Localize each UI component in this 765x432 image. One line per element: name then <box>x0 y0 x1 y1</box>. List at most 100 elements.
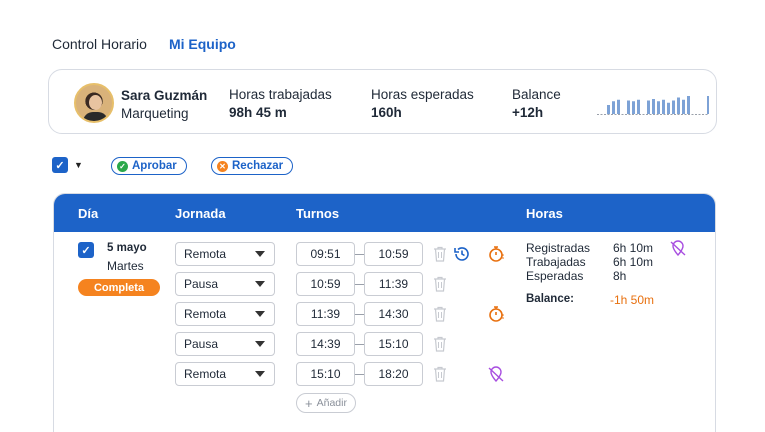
sparkline-bar <box>617 99 620 114</box>
hours-sparkline <box>597 96 709 115</box>
time-separator <box>355 254 364 255</box>
location-off-icon[interactable] <box>487 365 505 383</box>
expected-value: 8h <box>613 269 627 283</box>
stopwatch-icon[interactable] <box>487 305 505 323</box>
sparkline-bar <box>652 99 655 114</box>
close-circle-icon: ✕ <box>217 160 228 172</box>
check-circle-icon: ✓ <box>117 160 128 172</box>
day-weekday: Martes <box>107 259 144 273</box>
worked-label: Trabajadas <box>526 255 586 269</box>
tab-bar: Control Horario Mi Equipo <box>52 36 236 52</box>
table-header: Día Jornada Turnos Horas <box>54 194 715 232</box>
sparkline-bar <box>662 99 665 114</box>
sparkline-bar <box>627 100 630 114</box>
start-time-input[interactable]: 15:10 <box>296 362 355 386</box>
shift-type-value: Pausa <box>184 337 219 351</box>
chevron-down-icon <box>255 251 265 257</box>
reject-label: Rechazar <box>232 160 284 172</box>
start-time-input[interactable]: 09:51 <box>296 242 355 266</box>
sparkline-bar <box>687 96 690 114</box>
plus-icon: + <box>305 395 313 411</box>
expected-label: Esperadas <box>526 269 584 283</box>
time-separator <box>355 374 364 375</box>
end-time-input[interactable]: 11:39 <box>364 272 423 296</box>
time-separator <box>355 344 364 345</box>
select-all-checkbox[interactable]: ✓ <box>52 157 68 173</box>
sparkline-bar <box>672 100 675 114</box>
trash-icon[interactable] <box>433 366 447 382</box>
shift-type-select[interactable]: Remota <box>175 362 275 386</box>
trash-icon[interactable] <box>433 336 447 352</box>
end-time-input[interactable]: 10:59 <box>364 242 423 266</box>
time-separator <box>355 284 364 285</box>
sparkline-bar <box>647 100 650 114</box>
sparkline-bar <box>667 102 670 114</box>
trash-icon[interactable] <box>433 276 447 292</box>
shift-type-select[interactable]: Pausa <box>175 272 275 296</box>
approve-button[interactable]: ✓ Aprobar <box>111 157 187 175</box>
expected-hours-value: 160h <box>371 105 402 120</box>
user-name: Sara Guzmán <box>121 88 208 103</box>
worked-hours-value: 98h 45 m <box>229 105 287 120</box>
day-checkbox[interactable]: ✓ <box>78 242 94 258</box>
sparkline-bar <box>707 96 709 114</box>
sparkline-bar <box>632 101 635 114</box>
bulk-select: ✓ ▼ <box>52 157 83 173</box>
location-off-icon[interactable] <box>669 239 687 257</box>
reject-button[interactable]: ✕ Rechazar <box>211 157 294 175</box>
header-turns: Turnos <box>296 206 340 221</box>
timesheet-table: Día Jornada Turnos Horas ✓ 5 mayo Martes… <box>53 193 716 432</box>
chevron-down-icon <box>255 371 265 377</box>
shift-type-value: Pausa <box>184 277 219 291</box>
header-shift: Jornada <box>175 206 226 221</box>
start-time-input[interactable]: 11:39 <box>296 302 355 326</box>
sparkline-bar <box>607 105 610 114</box>
start-time-input[interactable]: 14:39 <box>296 332 355 356</box>
worked-value: 6h 10m <box>613 255 654 269</box>
summary-card: Sara Guzmán Marqueting Horas trabajadas … <box>48 69 717 134</box>
day-balance-value: -1h 50m <box>610 293 655 307</box>
shift-type-select[interactable]: Remota <box>175 242 275 266</box>
worked-hours-label: Horas trabajadas <box>229 87 332 102</box>
avatar <box>74 83 114 123</box>
tab-mi-equipo[interactable]: Mi Equipo <box>169 36 236 52</box>
end-time-input[interactable]: 14:30 <box>364 302 423 326</box>
start-time-input[interactable]: 10:59 <box>296 272 355 296</box>
add-turn-button[interactable]: + Añadir <box>296 393 356 413</box>
sparkline-bar <box>637 99 640 114</box>
trash-icon[interactable] <box>433 246 447 262</box>
shift-type-select[interactable]: Pausa <box>175 332 275 356</box>
balance-label: Balance <box>512 87 561 102</box>
registered-label: Registradas <box>526 241 591 255</box>
chevron-down-icon[interactable]: ▼ <box>74 160 83 170</box>
shift-type-value: Remota <box>184 307 227 321</box>
history-icon[interactable] <box>453 245 471 263</box>
approve-label: Aprobar <box>132 160 177 172</box>
chevron-down-icon <box>255 281 265 287</box>
sparkline-bar <box>612 101 615 114</box>
expected-hours-label: Horas esperadas <box>371 87 474 102</box>
header-day: Día <box>78 206 99 221</box>
sparkline-bar <box>677 97 680 114</box>
shift-type-select[interactable]: Remota <box>175 302 275 326</box>
stopwatch-icon[interactable] <box>487 245 505 263</box>
balance-value: +12h <box>512 105 544 120</box>
registered-value: 6h 10m <box>613 241 654 255</box>
tab-control-horario[interactable]: Control Horario <box>52 36 147 52</box>
day-balance-label: Balance: <box>526 293 574 305</box>
shift-type-value: Remota <box>184 247 227 261</box>
status-badge: Completa <box>78 279 160 296</box>
chevron-down-icon <box>255 311 265 317</box>
end-time-input[interactable]: 15:10 <box>364 332 423 356</box>
trash-icon[interactable] <box>433 306 447 322</box>
user-department: Marqueting <box>121 106 189 121</box>
sparkline-bar <box>682 99 685 114</box>
day-date: 5 mayo <box>107 242 147 254</box>
end-time-input[interactable]: 18:20 <box>364 362 423 386</box>
shift-type-value: Remota <box>184 367 227 381</box>
header-hours: Horas <box>526 206 563 221</box>
sparkline-bar <box>657 101 660 114</box>
chevron-down-icon <box>255 341 265 347</box>
time-separator <box>355 314 364 315</box>
add-turn-label: Añadir <box>316 397 347 409</box>
